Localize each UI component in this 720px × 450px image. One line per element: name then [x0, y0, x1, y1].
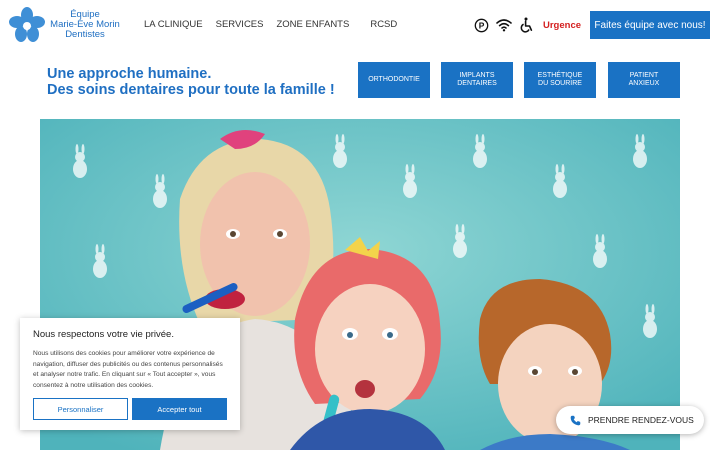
intro-headline: Une approche humaine. Des soins dentaire…	[47, 66, 335, 98]
patient-anxieux-button[interactable]: PATIENT ANXIEUX	[608, 62, 680, 98]
logo-text: Équipe Marie-Ève Morin Dentistes	[45, 10, 125, 40]
esthetique-du-sourire-button[interactable]: ESTHÉTIQUE DU SOURIRE	[524, 62, 596, 98]
join-team-button[interactable]: Faites équipe avec nous!	[590, 11, 710, 39]
accept-all-cookies-button[interactable]: Accepter tout	[132, 398, 227, 420]
implants-dentaires-button[interactable]: IMPLANTS DENTAIRES	[441, 62, 513, 98]
cookie-title: Nous respectons votre vie privée.	[33, 329, 174, 340]
cookie-actions: Personnaliser Accepter tout	[33, 398, 227, 420]
phone-icon	[570, 415, 581, 425]
accessibility-icon	[519, 17, 535, 33]
logo-line-3: Dentistes	[65, 29, 105, 40]
book-appointment-button[interactable]: PRENDRE RENDEZ-VOUS	[556, 406, 704, 434]
nav-rcsd[interactable]: RCSD	[370, 19, 397, 30]
page: Équipe Marie-Ève Morin Dentistes LA CLIN…	[0, 0, 720, 450]
headline-line-2: Des soins dentaires pour toute la famill…	[47, 82, 335, 98]
nav-zone-enfants[interactable]: ZONE ENFANTS	[276, 19, 349, 30]
wifi-icon	[496, 17, 512, 33]
service-label: ANXIEUX	[628, 80, 660, 87]
clinic-logo[interactable]: Équipe Marie-Ève Morin Dentistes	[9, 7, 120, 43]
service-label: DENTAIRES	[457, 80, 497, 87]
site-header: Équipe Marie-Ève Morin Dentistes LA CLIN…	[0, 0, 720, 50]
nav-la-clinique[interactable]: LA CLINIQUE	[144, 19, 203, 30]
utility-bar: P Urgence	[473, 17, 581, 33]
service-label: ORTHODONTIE	[368, 76, 420, 83]
service-label: ESTHÉTIQUE	[537, 72, 583, 79]
service-label: PATIENT	[629, 72, 659, 79]
cookie-consent-banner: Nous respectons votre vie privée. Nous u…	[20, 318, 240, 430]
service-label: DU SOURIRE	[538, 80, 582, 87]
headline-line-1: Une approche humaine.	[47, 66, 212, 82]
parking-icon: P	[473, 17, 489, 33]
orthodontie-button[interactable]: ORTHODONTIE	[358, 62, 430, 98]
urgence-link[interactable]: Urgence	[543, 20, 581, 31]
service-label: IMPLANTS	[459, 72, 495, 79]
nav-services[interactable]: SERVICES	[216, 19, 264, 30]
cookie-description: Nous utilisons des cookies pour améliore…	[33, 350, 223, 389]
main-nav: LA CLINIQUE SERVICES ZONE ENFANTS RCSD	[144, 19, 397, 30]
svg-text:P: P	[478, 20, 484, 30]
flower-logo-icon	[9, 7, 45, 42]
customize-cookies-button[interactable]: Personnaliser	[33, 398, 128, 420]
book-appointment-label: PRENDRE RENDEZ-VOUS	[588, 415, 694, 425]
